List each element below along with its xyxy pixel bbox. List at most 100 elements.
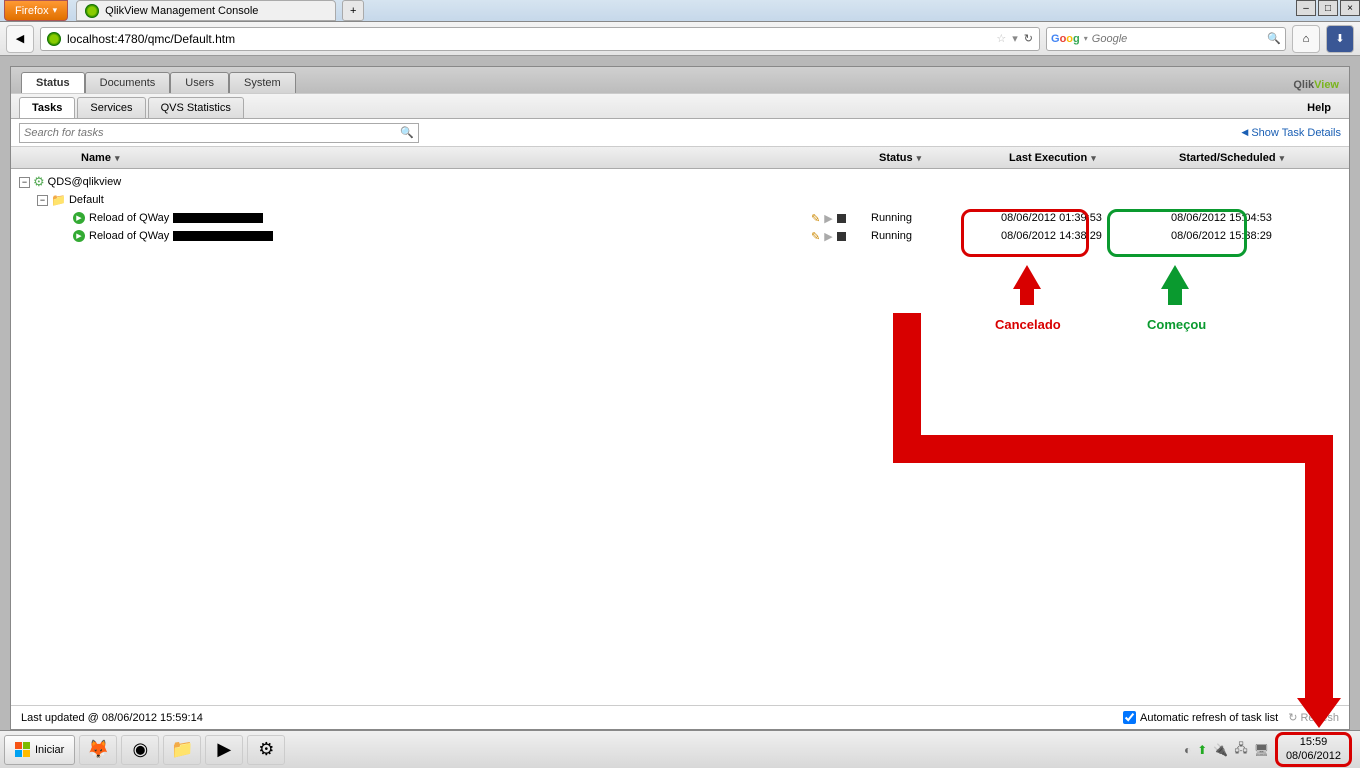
task-name: Reload of QWay [89, 212, 169, 224]
task-toolbar: 🔍 Show Task Details [11, 119, 1349, 147]
col-status[interactable]: Status▾ [879, 152, 1009, 164]
new-tab-button[interactable]: + [342, 0, 364, 21]
page-content: Status Documents Users System QlikView T… [0, 56, 1360, 730]
stop-icon[interactable] [837, 214, 846, 223]
annotation-green-arrow [1161, 265, 1189, 289]
back-button[interactable]: ◀ [6, 25, 34, 53]
sub-tab-bar: Tasks Services QVS Statistics Help [11, 93, 1349, 119]
dropdown-icon[interactable]: ▾ [1012, 32, 1018, 45]
downloads-button[interactable]: ⬇ [1326, 25, 1354, 53]
tray-icon[interactable]: 🖧 [1234, 739, 1247, 760]
tree-folder[interactable]: − 📁 Default [19, 191, 1341, 209]
browser-navbar: ◀ ☆ ▾ ↻ Goog ▾ 🔍 ⌂ ⬇ [0, 22, 1360, 56]
run-icon[interactable]: ▶ [824, 230, 832, 243]
system-tray: ◐ ⬆ 🔌 🖧 🖥 15:59 08/06/2012 [1184, 732, 1356, 766]
task-row[interactable]: ▶ Reload of QWay ✎ ▶ Running 08/06/2012 … [19, 227, 1341, 245]
taskbar-firefox[interactable]: 🦊 [79, 735, 117, 765]
task-status: Running [871, 230, 1001, 242]
col-last-execution[interactable]: Last Execution▾ [1009, 152, 1179, 164]
root-label: QDS@qlikview [48, 176, 122, 188]
status-bar: Last updated @ 08/06/2012 15:59:14 Autom… [11, 705, 1349, 729]
collapse-icon[interactable]: − [19, 177, 30, 188]
redacted-text [173, 213, 263, 223]
stop-icon[interactable] [837, 232, 846, 241]
url-bar[interactable]: ☆ ▾ ↻ [40, 27, 1040, 51]
browser-tab[interactable]: QlikView Management Console [76, 0, 336, 21]
qlikview-logo: QlikView [1293, 72, 1339, 93]
help-link[interactable]: Help [1297, 98, 1341, 118]
annotation-connector [1305, 435, 1333, 700]
status-running-icon: ▶ [73, 230, 85, 242]
task-search-input[interactable] [24, 127, 400, 139]
last-updated-text: Last updated @ 08/06/2012 15:59:14 [21, 712, 203, 724]
grid-header: Name▾ Status▾ Last Execution▾ Started/Sc… [11, 147, 1349, 169]
reload-icon[interactable]: ↻ [1024, 32, 1033, 45]
task-last-execution: 08/06/2012 14:38:29 [1001, 230, 1171, 242]
google-icon: Goog [1051, 33, 1080, 45]
subtab-qvs-statistics[interactable]: QVS Statistics [148, 97, 244, 118]
run-icon[interactable]: ▶ [824, 212, 832, 225]
close-button[interactable]: × [1340, 0, 1360, 16]
task-started-scheduled: 08/06/2012 15:38:29 [1171, 230, 1341, 242]
tab-users[interactable]: Users [170, 72, 229, 93]
search-icon[interactable]: 🔍 [400, 126, 414, 139]
filter-icon[interactable]: ▾ [115, 153, 120, 164]
clock-time: 15:59 [1286, 736, 1341, 749]
search-submit-icon[interactable]: 🔍 [1267, 32, 1281, 45]
auto-refresh-checkbox[interactable] [1123, 711, 1136, 724]
maximize-button[interactable]: □ [1318, 0, 1338, 16]
qlikview-favicon [85, 4, 99, 18]
system-clock[interactable]: 15:59 08/06/2012 [1275, 732, 1352, 766]
taskbar-media-player[interactable]: ▶ [205, 735, 243, 765]
subtab-tasks[interactable]: Tasks [19, 97, 75, 118]
col-started-scheduled[interactable]: Started/Scheduled▾ [1179, 152, 1349, 164]
task-started-scheduled: 08/06/2012 15:04:53 [1171, 212, 1341, 224]
edit-icon[interactable]: ✎ [811, 212, 820, 225]
minimize-button[interactable]: – [1296, 0, 1316, 16]
firefox-app-button[interactable]: Firefox [4, 0, 68, 21]
gear-icon: ⚙ [33, 174, 45, 190]
show-task-details[interactable]: Show Task Details [1241, 127, 1341, 139]
tab-status[interactable]: Status [21, 72, 85, 93]
status-running-icon: ▶ [73, 212, 85, 224]
collapse-icon[interactable]: − [37, 195, 48, 206]
filter-icon[interactable]: ▾ [1280, 153, 1285, 164]
refresh-button[interactable]: ↻ Refresh [1288, 711, 1339, 724]
redacted-text [173, 231, 273, 241]
folder-label: Default [69, 194, 104, 206]
subtab-services[interactable]: Services [77, 97, 145, 118]
home-button[interactable]: ⌂ [1292, 25, 1320, 53]
edit-icon[interactable]: ✎ [811, 230, 820, 243]
tray-icon[interactable]: 🖥 [1254, 743, 1269, 757]
tab-documents[interactable]: Documents [85, 72, 171, 93]
annotation-red-arrow [1013, 265, 1041, 289]
taskbar-settings[interactable]: ⚙ [247, 735, 285, 765]
annotation-connector [893, 435, 1333, 463]
auto-refresh-toggle[interactable]: Automatic refresh of task list [1123, 711, 1278, 724]
windows-logo-icon [15, 742, 30, 757]
search-input[interactable] [1092, 33, 1264, 45]
annotation-comecou-label: Começou [1147, 317, 1206, 332]
col-name[interactable]: Name▾ [11, 152, 879, 164]
bookmark-icon[interactable]: ☆ [996, 32, 1006, 45]
task-row[interactable]: ▶ Reload of QWay ✎ ▶ Running 08/06/2012 … [19, 209, 1341, 227]
start-button[interactable]: Iniciar [4, 735, 75, 765]
tree-root[interactable]: − ⚙ QDS@qlikview [19, 173, 1341, 191]
task-name: Reload of QWay [89, 230, 169, 242]
taskbar-explorer[interactable]: 📁 [163, 735, 201, 765]
filter-icon[interactable]: ▾ [1091, 153, 1096, 164]
window-controls: – □ × [1294, 0, 1360, 21]
tray-icon[interactable]: 🔌 [1213, 743, 1228, 757]
url-input[interactable] [67, 32, 990, 46]
tray-icon[interactable]: ◐ [1184, 743, 1191, 757]
tab-system[interactable]: System [229, 72, 296, 93]
tray-icon[interactable]: ⬆ [1197, 743, 1207, 757]
site-favicon [47, 32, 61, 46]
tab-title: QlikView Management Console [105, 5, 258, 17]
qlikview-console: Status Documents Users System QlikView T… [10, 66, 1350, 730]
filter-icon[interactable]: ▾ [917, 153, 922, 164]
search-bar[interactable]: Goog ▾ 🔍 [1046, 27, 1286, 51]
taskbar-chrome[interactable]: ◉ [121, 735, 159, 765]
folder-icon: 📁 [51, 193, 66, 207]
task-search[interactable]: 🔍 [19, 123, 419, 143]
